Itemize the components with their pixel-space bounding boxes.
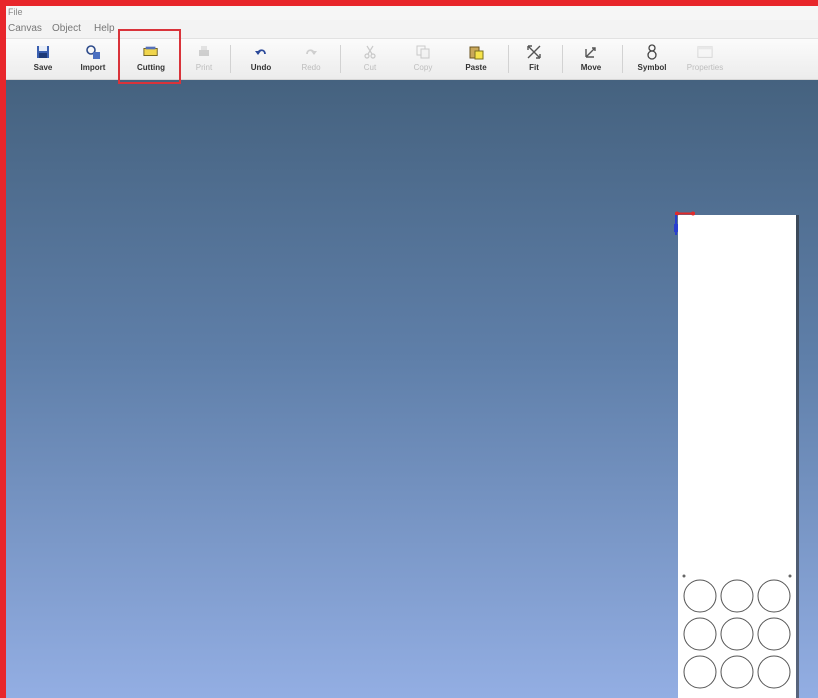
- circle-shape: [683, 579, 717, 613]
- window-border-top: [0, 0, 818, 6]
- import-button[interactable]: Import: [76, 41, 110, 77]
- fit-label: Fit: [529, 63, 539, 72]
- window-border-left: [0, 0, 6, 698]
- paste-button[interactable]: Paste: [461, 41, 491, 77]
- redo-label: Redo: [301, 63, 321, 72]
- toolbar-separator: [622, 45, 623, 73]
- import-label: Import: [80, 63, 106, 72]
- circle-shape: [757, 579, 791, 613]
- print-label: Print: [195, 63, 213, 72]
- menu-help[interactable]: Help: [94, 23, 115, 34]
- title-bar: File: [6, 6, 818, 20]
- save-button[interactable]: Save: [28, 41, 58, 77]
- circle-shape: [720, 655, 754, 689]
- print-icon: [196, 44, 212, 60]
- paste-label: Paste: [465, 63, 487, 72]
- circle-shape: [757, 617, 791, 651]
- toolbar-separator: [230, 45, 231, 73]
- fit-button[interactable]: Fit: [522, 41, 546, 77]
- circle-shape: [720, 579, 754, 613]
- properties-button[interactable]: Properties: [682, 41, 728, 77]
- move-icon: [583, 44, 599, 60]
- move-button[interactable]: Move: [576, 41, 606, 77]
- properties-label: Properties: [686, 63, 724, 72]
- cut-button[interactable]: Cut: [356, 41, 384, 77]
- import-icon: [85, 44, 101, 60]
- scissors-icon: [362, 44, 378, 60]
- menu-object[interactable]: Object: [52, 23, 81, 34]
- undo-label: Undo: [250, 63, 272, 72]
- circle-shape: [757, 655, 791, 689]
- undo-button[interactable]: Undo: [246, 41, 276, 77]
- move-label: Move: [580, 63, 602, 72]
- redo-icon: [303, 44, 319, 60]
- undo-icon: [253, 44, 269, 60]
- copy-icon: [415, 44, 431, 60]
- paste-icon: [468, 44, 484, 60]
- cutting-highlight-box: [118, 29, 181, 84]
- copy-button[interactable]: Copy: [408, 41, 438, 77]
- toolbar-separator: [508, 45, 509, 73]
- symbol-label: Symbol: [637, 63, 667, 72]
- save-label: Save: [33, 63, 53, 72]
- circle-shape: [720, 617, 754, 651]
- print-button[interactable]: Print: [190, 41, 218, 77]
- circle-shape: [683, 617, 717, 651]
- redo-button[interactable]: Redo: [296, 41, 326, 77]
- fit-icon: [526, 44, 542, 60]
- cut-label: Cut: [363, 63, 377, 72]
- circle-shapes-group[interactable]: [680, 572, 796, 698]
- toolbar-separator: [340, 45, 341, 73]
- sheet-origin-y-marker[interactable]: [673, 214, 679, 236]
- menu-canvas[interactable]: Canvas: [8, 23, 42, 34]
- toolbar-separator: [562, 45, 563, 73]
- symbol-button[interactable]: Symbol: [634, 41, 670, 77]
- symbol-icon: [644, 44, 660, 60]
- properties-icon: [697, 44, 713, 60]
- circle-shape: [683, 655, 717, 689]
- window-title: File: [8, 7, 23, 17]
- copy-label: Copy: [413, 63, 433, 72]
- save-icon: [35, 44, 51, 60]
